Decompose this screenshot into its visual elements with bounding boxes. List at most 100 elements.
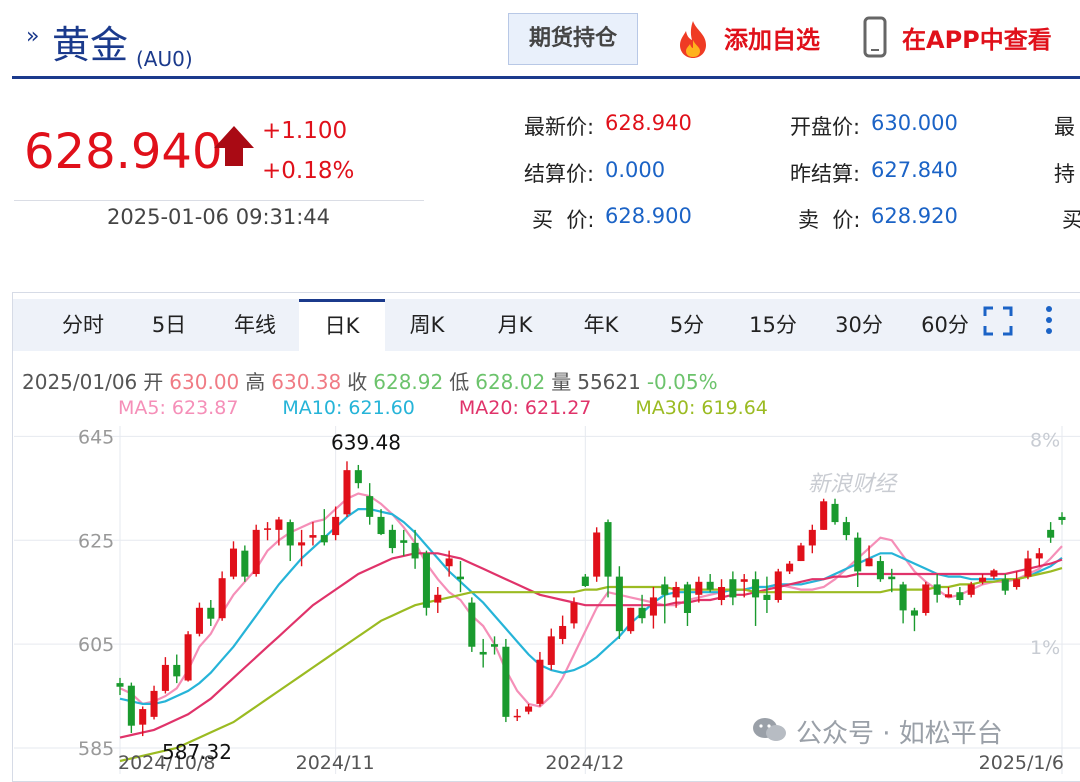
candle-body	[854, 537, 862, 572]
candle-body	[445, 558, 453, 567]
candle-body	[229, 548, 238, 577]
candle-body	[207, 607, 215, 619]
candle-body	[797, 545, 805, 562]
candle-body	[1035, 553, 1043, 559]
candle-body	[139, 709, 147, 725]
candle-body	[366, 496, 374, 517]
y-tick-label: 645	[78, 426, 114, 448]
candle-body	[956, 592, 964, 600]
candle-body	[752, 579, 760, 598]
low-annotation: 587.32	[162, 740, 232, 764]
candle-body	[184, 634, 192, 681]
candle-body	[388, 529, 396, 549]
high-annotation: 639.48	[331, 430, 401, 454]
candle-body	[298, 542, 306, 546]
candle-body	[1024, 558, 1032, 577]
candle-body	[411, 542, 419, 559]
candle-body	[922, 584, 930, 613]
candle-body	[990, 570, 998, 577]
candle-body	[933, 584, 941, 595]
candle-body	[127, 685, 135, 726]
y-tick-label: 585	[78, 738, 114, 760]
ma-line-ma20	[119, 552, 1063, 739]
y-tick-label: 605	[78, 634, 114, 656]
candle-body	[434, 594, 442, 603]
ma-line-ma10	[119, 508, 1063, 706]
y-tick-label: 625	[78, 530, 114, 552]
right-tick-label: 8%	[1030, 429, 1060, 451]
candle-body	[910, 610, 918, 616]
candle-body	[116, 683, 124, 687]
candle-body	[638, 607, 646, 619]
candle-body	[400, 540, 408, 543]
candle-body	[320, 535, 328, 543]
candle-body	[456, 576, 465, 580]
candle-body	[354, 470, 362, 484]
wechat-watermark: 公众号 · 如松平台	[796, 719, 1003, 749]
candle-body	[275, 519, 283, 530]
candle-body	[763, 594, 771, 600]
candle-body	[683, 584, 691, 613]
x-tick-label: 2024/12	[545, 752, 624, 774]
candle-body	[876, 561, 884, 580]
candle-body	[604, 522, 612, 577]
candle-body	[661, 584, 669, 595]
candle-body	[888, 576, 896, 580]
candle-body	[195, 607, 203, 634]
candle-body	[695, 581, 703, 595]
candle-body	[547, 636, 555, 665]
candle-body	[627, 607, 635, 632]
candle-body	[944, 594, 953, 598]
x-tick-label: 2024/11	[296, 752, 375, 774]
candle-body	[173, 664, 181, 677]
candle-body	[150, 690, 158, 717]
candle-body	[899, 584, 907, 611]
candle-body	[1013, 579, 1021, 588]
candle-body	[717, 587, 726, 600]
candle-body	[706, 581, 714, 590]
candle-body	[649, 597, 657, 616]
candle-body	[729, 579, 737, 598]
candle-body	[820, 501, 828, 530]
candle-body	[468, 602, 476, 647]
candle-body	[1001, 579, 1009, 591]
candlestick-chart: 645 8%625605 1%5852024/10/8 2024/11 2024/12 2…	[14, 426, 1080, 774]
x-tick-label: 2025/1/6	[979, 752, 1064, 774]
candle-body	[377, 516, 385, 535]
candle-body	[615, 576, 623, 632]
candle-body	[967, 584, 975, 595]
candle-body	[593, 532, 601, 577]
candle-body	[808, 529, 816, 546]
ma-line-ma5	[119, 492, 1063, 708]
sina-watermark: 新浪财经	[808, 472, 897, 497]
candle-body	[1058, 516, 1066, 521]
candle-body	[525, 706, 533, 712]
candle-body	[422, 553, 430, 608]
candle-body	[218, 578, 226, 619]
candle-body	[502, 646, 510, 717]
right-tick-label: 1%	[1030, 637, 1060, 659]
candle-body	[536, 659, 544, 704]
candle-body	[570, 602, 578, 624]
candle-body	[865, 558, 873, 567]
candle-body	[491, 644, 499, 647]
candle-body	[252, 529, 260, 575]
candle-body	[161, 664, 169, 691]
candle-body	[581, 576, 589, 586]
candle-body	[842, 522, 850, 536]
candle-body	[241, 550, 249, 577]
wechat-icon	[753, 718, 786, 741]
candle-body	[559, 625, 567, 639]
candle-body	[831, 503, 839, 523]
candle-body	[286, 522, 294, 546]
candle-body	[343, 470, 351, 515]
candle-body	[513, 715, 521, 718]
candle-body	[672, 587, 680, 598]
candle-body	[786, 563, 794, 572]
candle-body	[309, 535, 317, 538]
candle-body	[332, 516, 340, 536]
candle-body	[979, 577, 987, 582]
candle-body	[774, 571, 782, 600]
candle-body	[1047, 529, 1055, 538]
candle-body	[740, 579, 748, 582]
